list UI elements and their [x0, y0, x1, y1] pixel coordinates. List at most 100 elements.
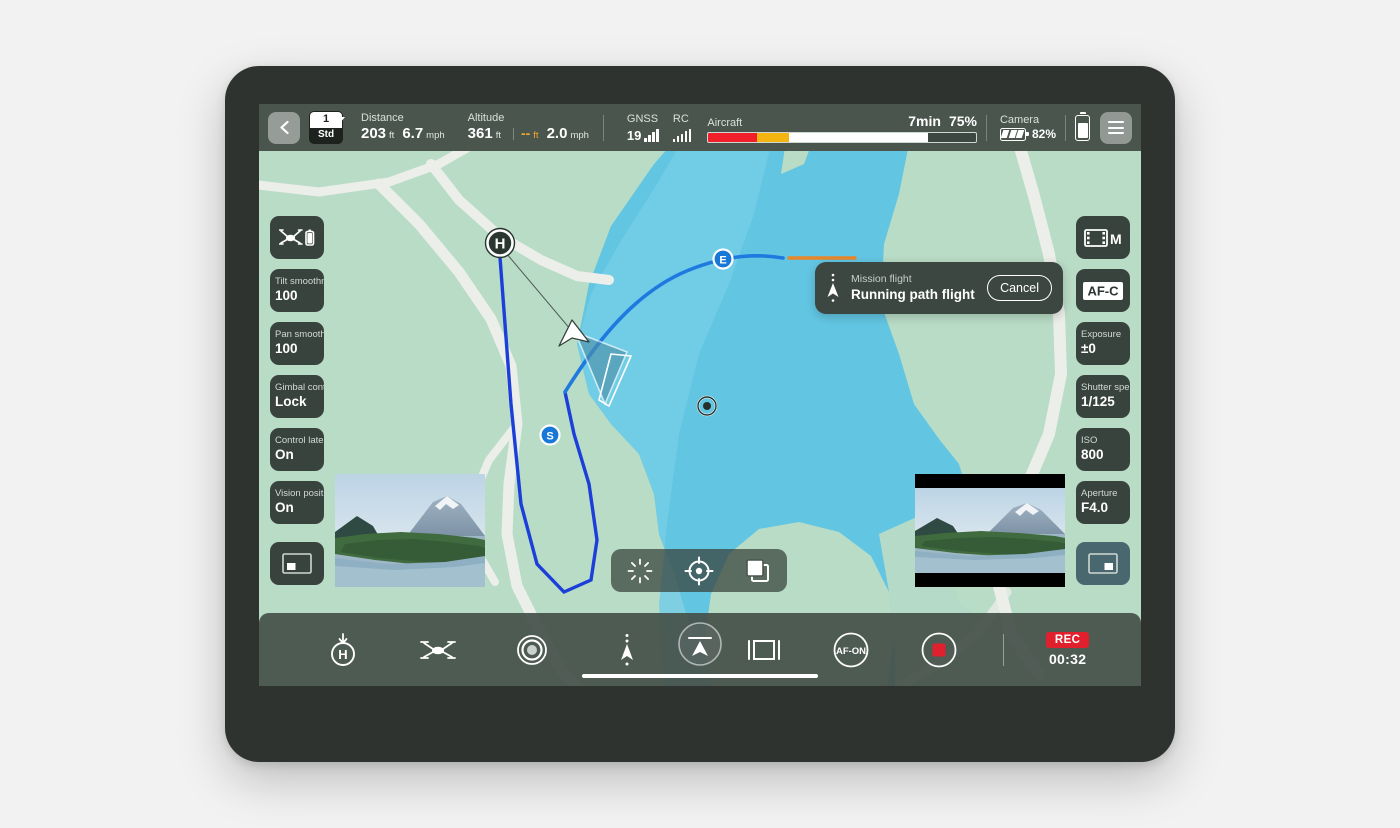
controller-battery-icon [1075, 114, 1090, 141]
iso-button[interactable]: ISO 800 [1076, 428, 1130, 471]
distance-value: 203 [361, 125, 387, 143]
tilt-smoothness-value: 100 [275, 287, 298, 303]
framing-guide-button[interactable] [741, 627, 787, 673]
gimbal-control-button[interactable]: Gimbal control Lock [270, 375, 324, 418]
camera-preview-right[interactable] [915, 474, 1065, 587]
shutter-speed-button[interactable]: Shutter speed 1/125 [1076, 375, 1130, 418]
status-divider-1 [602, 114, 604, 141]
focus-point-button[interactable] [509, 627, 555, 673]
altitude-divider [512, 128, 514, 141]
drone-battery-icon [279, 228, 315, 246]
map-canvas[interactable]: H S E [259, 104, 1141, 686]
layers-tool-button[interactable] [739, 552, 777, 590]
distance-speed: 6.7 [402, 125, 424, 143]
compass-north-icon [678, 622, 722, 666]
aircraft-battery-bar [707, 131, 977, 143]
pan-smoothness-button[interactable]: Pan smoothness 100 [270, 322, 324, 365]
af-on-button[interactable]: AF-ON [828, 627, 874, 673]
pip-bottom-left-icon [282, 553, 312, 574]
gnss-value: 19 [626, 127, 642, 143]
altitude-speed: 2.0 [546, 125, 568, 143]
menu-button[interactable] [1100, 111, 1132, 144]
home-indicator[interactable] [582, 673, 818, 678]
landscape-photo [335, 474, 485, 587]
aperture-button[interactable]: Aperture F4.0 [1076, 481, 1130, 524]
camera-preview-left[interactable] [335, 474, 485, 587]
rc-label: RC [672, 113, 689, 126]
vision-positioning-label: Vision positioning [275, 488, 324, 499]
gnss-signal[interactable]: GNSS 19 [627, 113, 659, 142]
center-tool-palette [611, 549, 787, 592]
distance-unit: ft [389, 130, 395, 142]
gnss-bars-icon [644, 128, 659, 142]
mission-toast-title: Mission flight [851, 273, 912, 286]
camera-battery-icon [999, 127, 1029, 141]
record-stop-button[interactable] [916, 627, 962, 673]
altitude-unit: ft [495, 130, 501, 142]
tablet-frame: H S E 1 Std Distance 203 ft 6.7 mph Alti… [225, 66, 1175, 762]
back-button[interactable] [268, 111, 300, 144]
gimbal-control-label: Gimbal control [275, 382, 324, 393]
exposure-label: Exposure [1081, 329, 1122, 340]
svg-text:M: M [1110, 231, 1122, 247]
af-on-icon: AF-ON [833, 632, 869, 667]
rc-signal[interactable]: RC [672, 113, 692, 142]
cancel-button[interactable]: Cancel [987, 275, 1052, 301]
film-m-icon: M [1084, 228, 1122, 247]
altitude-value: 361 [467, 125, 493, 143]
shutter-speed-label: Shutter speed [1081, 382, 1130, 393]
distance-speed-unit: mph [426, 130, 445, 142]
waypoint-flight-button[interactable] [604, 627, 650, 673]
map-svg: H S E [259, 104, 1141, 686]
pip-toggle-right-button[interactable] [1076, 542, 1130, 585]
flight-mode-label: Std [310, 127, 342, 143]
rc-bars-icon [672, 128, 692, 142]
gnss-label: GNSS [626, 113, 659, 126]
aircraft-battery-block[interactable]: Aircraft 7min 75% [334, 113, 977, 143]
focus-target-tool-button[interactable] [680, 552, 718, 590]
vision-positioning-button[interactable]: Vision positioning On [270, 481, 324, 524]
layers-stack-icon [745, 558, 769, 582]
exposure-button[interactable]: Exposure ±0 [1076, 322, 1130, 365]
focus-ring-icon [517, 634, 548, 665]
end-marker: E [712, 248, 734, 270]
video-mode-button[interactable]: M [1076, 216, 1130, 259]
bottom-left-buttons: H [259, 627, 699, 673]
camera-battery-block[interactable]: Camera 82% [999, 114, 1056, 141]
exposure-burst-tool-button[interactable] [621, 552, 659, 590]
af-c-icon: AF-C [1083, 281, 1123, 300]
control-latency-label: Control latency [275, 435, 324, 446]
pan-smoothness-label: Pan smoothness [275, 329, 324, 340]
gimbal-control-value: Lock [275, 393, 307, 409]
tilt-smoothness-label: Tilt smoothness [275, 276, 324, 287]
shutter-speed-value: 1/125 [1081, 393, 1115, 409]
home-marker: H [484, 227, 516, 259]
pan-smoothness-value: 100 [275, 340, 298, 356]
focus-mode-button[interactable]: AF-C [1076, 269, 1130, 312]
flight-mode-indicator[interactable]: 1 Std [309, 111, 343, 144]
battery-critical-segment [708, 132, 757, 142]
right-control-panel: M AF-C Exposure ±0 Shutter speed 1/125 I… [1076, 216, 1130, 585]
control-latency-button[interactable]: Control latency On [270, 428, 324, 471]
battery-reserve-segment [927, 132, 976, 142]
takeoff-landing-button[interactable] [415, 627, 461, 673]
drone-icon [419, 640, 456, 659]
status-divider-2 [985, 114, 987, 141]
recording-status: REC 00:32 [1045, 632, 1090, 667]
pip-toggle-left-button[interactable] [270, 542, 324, 585]
return-home-icon: H [330, 632, 355, 666]
distance-label: Distance [361, 112, 404, 125]
return-to-home-button[interactable]: H [320, 627, 366, 673]
aircraft-battery-button[interactable] [270, 216, 324, 259]
altitude-relative-unit: ft [533, 130, 539, 142]
iso-value: 800 [1081, 446, 1104, 462]
battery-warning-segment [756, 132, 789, 142]
rec-badge: REC [1045, 632, 1090, 648]
tilt-smoothness-button[interactable]: Tilt smoothness 100 [270, 269, 324, 312]
mission-toast-subtitle: Running path flight [851, 286, 975, 302]
aircraft-label: Aircraft [707, 116, 743, 129]
compass-button[interactable] [676, 620, 724, 668]
status-divider-3 [1065, 114, 1066, 141]
status-bar: 1 Std Distance 203 ft 6.7 mph Altitude 3… [259, 104, 1141, 151]
altitude-relative: -- [520, 125, 531, 142]
